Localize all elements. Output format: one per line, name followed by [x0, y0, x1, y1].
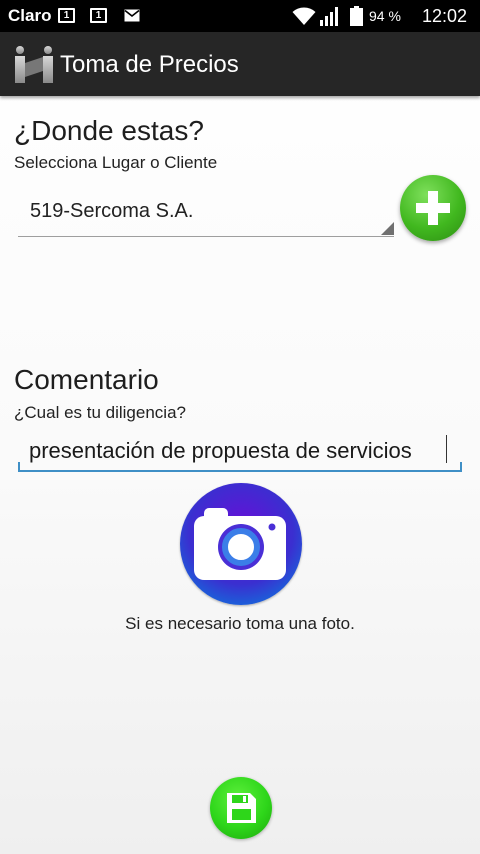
camera-icon [194, 508, 286, 580]
location-heading: ¿Donde estas? [14, 115, 204, 146]
comment-input-value: presentación de propuesta de servicios [29, 438, 412, 463]
app-bar: Toma de Precios [0, 32, 480, 96]
status-bar: Claro 1 1 94 % 12:02 [0, 0, 480, 32]
app-title: Toma de Precios [60, 51, 239, 78]
take-photo-button[interactable] [180, 483, 302, 605]
location-subheading: Selecciona Lugar o Cliente [14, 153, 218, 172]
battery-icon [350, 6, 363, 26]
text-cursor [446, 435, 447, 463]
sim-card-icon: 1 [90, 8, 107, 23]
client-select-value: 519-Sercoma S.A. [30, 200, 194, 222]
dropdown-arrow-icon [381, 222, 394, 235]
add-client-button[interactable] [400, 175, 466, 241]
comment-input[interactable]: presentación de propuesta de servicios [18, 428, 462, 472]
signal-icon [320, 7, 338, 26]
client-select[interactable]: 519-Sercoma S.A. [18, 190, 394, 237]
app-logo-icon[interactable] [14, 45, 54, 83]
comment-heading: Comentario [14, 364, 159, 395]
sim-card-icon: 1 [58, 8, 75, 23]
save-icon [227, 793, 256, 823]
battery-percent: 94 % [369, 8, 401, 24]
photo-caption: Si es necesario toma una foto. [125, 614, 355, 633]
clock: 12:02 [422, 6, 468, 26]
carrier-name: Claro [8, 6, 52, 25]
wifi-icon [292, 7, 316, 25]
save-button[interactable] [210, 777, 272, 839]
mail-icon [124, 9, 140, 22]
comment-subheading: ¿Cual es tu diligencia? [14, 403, 186, 422]
